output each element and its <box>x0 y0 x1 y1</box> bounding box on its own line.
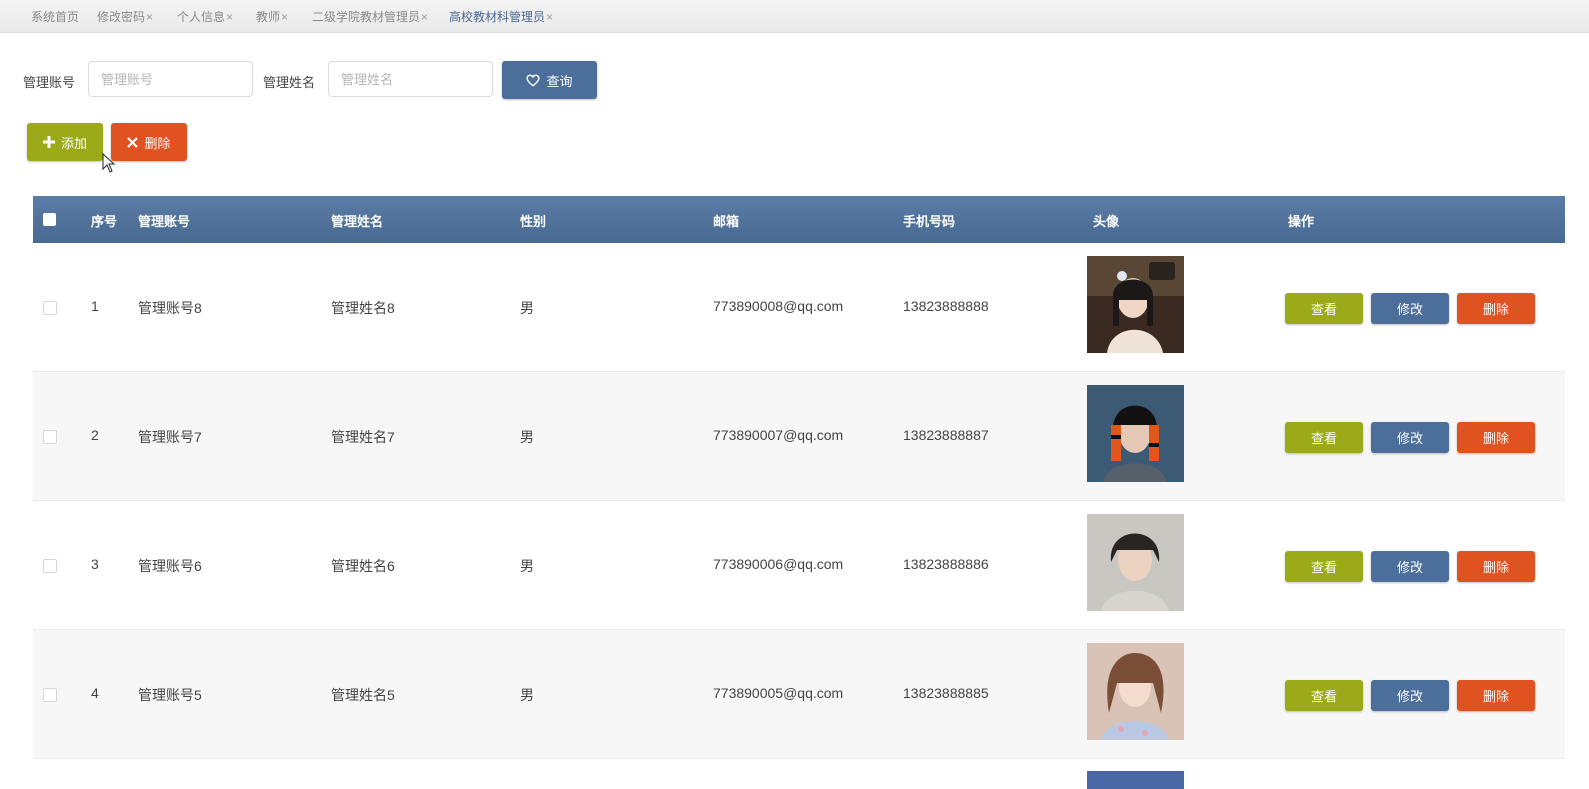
tab-label: 教师 <box>256 10 281 24</box>
tab-teacher[interactable]: 教师× <box>256 8 288 25</box>
account-search-input[interactable] <box>88 61 253 97</box>
query-button[interactable]: 查询 <box>502 61 597 99</box>
add-button[interactable]: 添加 <box>27 123 103 161</box>
add-button-label: 添加 <box>60 135 87 151</box>
cell-index: 3 <box>91 556 99 572</box>
plus-icon <box>42 136 55 148</box>
view-button[interactable]: 查看 <box>1285 293 1363 324</box>
account-label: 管理账号 <box>23 75 76 90</box>
cell-email: 773890007@qq.com <box>713 427 844 443</box>
row-checkbox[interactable] <box>43 559 57 573</box>
cell-name: 管理姓名5 <box>331 687 395 703</box>
delete-button[interactable]: 删除 <box>1457 422 1535 453</box>
cell-account: 管理账号8 <box>138 300 202 316</box>
cell-index: 2 <box>91 427 99 443</box>
edit-button[interactable]: 修改 <box>1371 680 1449 711</box>
select-all-checkbox[interactable] <box>43 213 56 226</box>
tab-home[interactable]: 系统首页 <box>31 8 79 25</box>
edit-button[interactable]: 修改 <box>1371 293 1449 324</box>
table-row: 3 管理账号6 管理姓名6 男 773890006@qq.com 1382388… <box>33 501 1565 630</box>
tab-close-icon[interactable]: × <box>281 10 288 24</box>
row-checkbox[interactable] <box>43 301 57 315</box>
cell-email: 773890005@qq.com <box>713 685 844 701</box>
close-icon <box>127 136 139 148</box>
table-row: 2 管理账号7 管理姓名7 男 773890007@qq.com 1382388… <box>33 372 1565 501</box>
cell-name: 管理姓名8 <box>331 300 395 316</box>
cell-gender: 男 <box>520 429 534 445</box>
view-button[interactable]: 查看 <box>1285 551 1363 582</box>
header-avatar: 头像 <box>1093 214 1120 229</box>
tab-label: 个人信息 <box>177 10 226 24</box>
row-checkbox[interactable] <box>43 688 57 702</box>
cell-account: 管理账号5 <box>138 687 202 703</box>
name-label: 管理姓名 <box>263 75 316 90</box>
delete-button[interactable]: 删除 <box>1457 551 1535 582</box>
cell-phone: 13823888885 <box>903 685 989 701</box>
header-index: 序号 <box>91 214 118 229</box>
header-phone: 手机号码 <box>903 214 956 229</box>
header-email: 邮箱 <box>713 214 740 229</box>
mouse-cursor-icon <box>102 153 116 173</box>
cell-gender: 男 <box>520 300 534 316</box>
cell-email: 773890008@qq.com <box>713 298 844 314</box>
tab-university-material-admin[interactable]: 高校教材科管理员× <box>449 8 553 25</box>
batch-delete-button[interactable]: 删除 <box>111 123 187 161</box>
row-checkbox[interactable] <box>43 430 57 444</box>
header-name: 管理姓名 <box>331 214 384 229</box>
tab-label: 二级学院教材管理员 <box>312 10 421 24</box>
avatar <box>1087 643 1184 740</box>
cell-name: 管理姓名6 <box>331 558 395 574</box>
cell-gender: 男 <box>520 558 534 574</box>
table-row: 1 管理账号8 管理姓名8 男 773890008@qq.com 1382388… <box>33 243 1565 372</box>
delete-button-label: 删除 <box>144 135 171 151</box>
tab-college-material-admin[interactable]: 二级学院教材管理员× <box>312 8 428 25</box>
delete-button[interactable]: 删除 <box>1457 293 1535 324</box>
tab-personal-info[interactable]: 个人信息× <box>177 8 233 25</box>
cell-gender: 男 <box>520 687 534 703</box>
edit-button[interactable]: 修改 <box>1371 551 1449 582</box>
tab-label: 高校教材科管理员 <box>449 10 546 24</box>
cell-account: 管理账号7 <box>138 429 202 445</box>
tab-change-password[interactable]: 修改密码× <box>97 8 153 25</box>
table-row <box>33 759 1565 789</box>
view-button[interactable]: 查看 <box>1285 422 1363 453</box>
header-gender: 性别 <box>520 214 547 229</box>
cell-phone: 13823888886 <box>903 556 989 572</box>
table-row: 4 管理账号5 管理姓名5 男 773890005@qq.com 1382388… <box>33 630 1565 759</box>
tab-close-icon[interactable]: × <box>146 10 153 24</box>
tab-close-icon[interactable]: × <box>226 10 233 24</box>
admin-table: 序号 管理账号 管理姓名 性别 邮箱 手机号码 头像 操作 1 管理账号8 管理… <box>33 196 1565 789</box>
cell-index: 4 <box>91 685 99 701</box>
name-search-input[interactable] <box>328 61 493 97</box>
cell-name: 管理姓名7 <box>331 429 395 445</box>
heart-icon <box>526 74 541 87</box>
cell-account: 管理账号6 <box>138 558 202 574</box>
cell-index: 1 <box>91 298 99 314</box>
tab-label: 系统首页 <box>31 10 80 24</box>
header-actions: 操作 <box>1288 214 1315 229</box>
tab-bar: 系统首页 修改密码× 个人信息× 教师× 二级学院教材管理员× 高校教材科管理员… <box>0 0 1589 33</box>
cell-phone: 13823888888 <box>903 298 989 314</box>
view-button[interactable]: 查看 <box>1285 680 1363 711</box>
table-header: 序号 管理账号 管理姓名 性别 邮箱 手机号码 头像 操作 <box>33 196 1565 243</box>
tab-label: 修改密码 <box>97 10 146 24</box>
delete-button[interactable]: 删除 <box>1457 680 1535 711</box>
avatar <box>1087 256 1184 353</box>
tab-close-icon[interactable]: × <box>421 10 428 24</box>
header-account: 管理账号 <box>138 214 191 229</box>
avatar <box>1087 385 1184 482</box>
cell-phone: 13823888887 <box>903 427 989 443</box>
query-button-label: 查询 <box>546 73 573 89</box>
tab-close-icon[interactable]: × <box>546 10 553 24</box>
cell-email: 773890006@qq.com <box>713 556 844 572</box>
edit-button[interactable]: 修改 <box>1371 422 1449 453</box>
avatar <box>1087 514 1184 611</box>
